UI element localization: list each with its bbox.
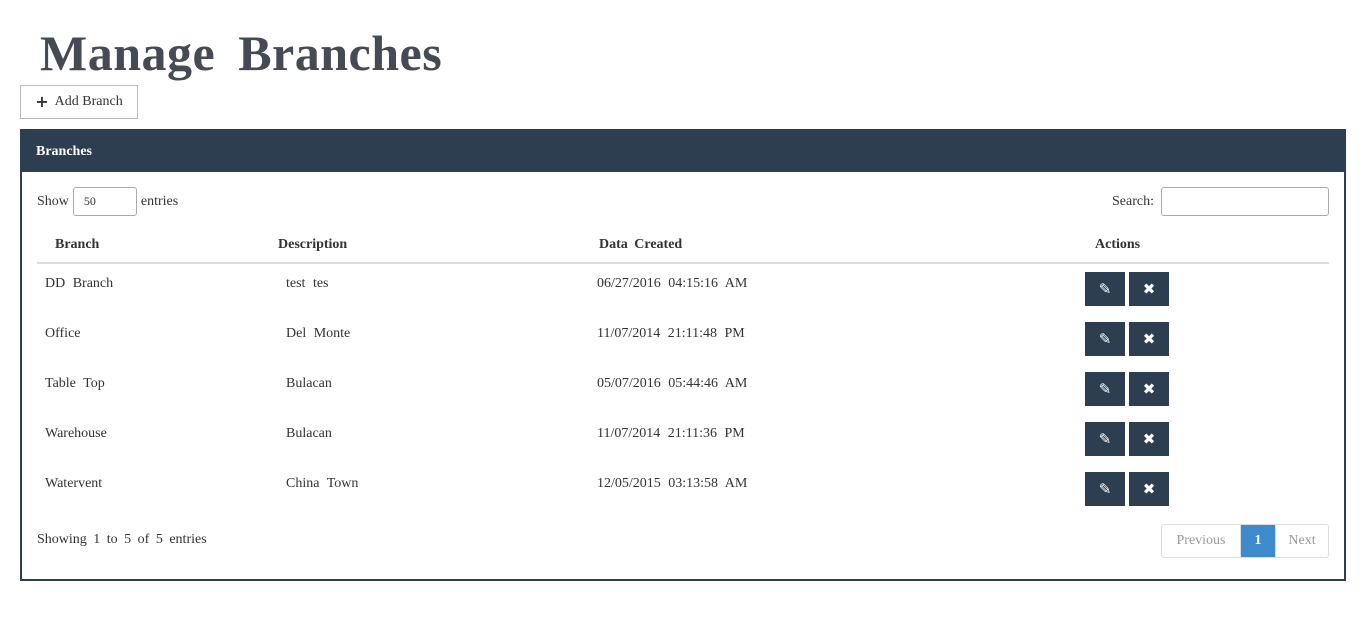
show-label: Show (37, 193, 69, 209)
date-created-cell: 12/05/2015 03:13:58 AM (589, 464, 1057, 514)
branch-text: Office (45, 326, 81, 341)
delete-button[interactable]: ✖ (1129, 272, 1169, 306)
times-icon: ✖ (1142, 280, 1156, 298)
actions-cell: ✎ ✖ (1057, 314, 1329, 364)
description-text: Bulacan (286, 426, 332, 441)
description-cell: Bulacan (278, 414, 589, 464)
delete-button[interactable]: ✖ (1129, 322, 1169, 356)
branches-table: Branch Description Data Created Actions … (37, 228, 1329, 514)
branch-text: Warehouse (45, 426, 107, 441)
date-created-cell: 06/27/2016 04:15:16 AM (589, 263, 1057, 314)
description-cell: Del Monte (278, 314, 589, 364)
table-info: Showing 1 to 5 of 5 entries (37, 532, 207, 547)
actions-cell: ✎ ✖ (1057, 414, 1329, 464)
date-created-cell: 05/07/2016 05:44:46 AM (589, 364, 1057, 414)
branch-cell: Watervent (37, 464, 278, 514)
column-header-branch[interactable]: Branch (37, 228, 278, 264)
description-cell: China Town (278, 464, 589, 514)
pencil-icon: ✎ (1098, 430, 1112, 448)
panel-title: Branches (36, 143, 92, 159)
date-created-cell: 11/07/2014 21:11:36 PM (589, 414, 1057, 464)
branch-cell: DD Branch (37, 263, 278, 314)
search-label: Search: (1112, 193, 1154, 209)
date-created-cell: 11/07/2014 21:11:48 PM (589, 314, 1057, 364)
branch-cell: Office (37, 314, 278, 364)
branch-text: Watervent (45, 476, 103, 491)
date-created-text: 11/07/2014 21:11:48 PM (597, 326, 745, 341)
branch-text: Table Top (45, 376, 105, 391)
edit-button[interactable]: ✎ (1085, 372, 1125, 406)
branch-cell: Warehouse (37, 414, 278, 464)
table-body: DD Branch test tes 06/27/2016 04:15:16 AM ✎… (37, 263, 1329, 514)
description-text: Del Monte (286, 326, 351, 341)
date-created-text: 12/05/2015 03:13:58 AM (597, 476, 748, 491)
pagination-next-button[interactable]: Next (1275, 525, 1328, 557)
pagination: Previous 1 Next (1161, 524, 1329, 558)
column-header-date-created[interactable]: Data Created (589, 228, 1057, 264)
date-created-text: 05/07/2016 05:44:46 AM (597, 376, 748, 391)
times-icon: ✖ (1142, 380, 1156, 398)
table-row: Watervent China Town 12/05/2015 03:13:58 A… (37, 464, 1329, 514)
times-icon: ✖ (1142, 330, 1156, 348)
pencil-icon: ✎ (1098, 380, 1112, 398)
description-text: Bulacan (286, 376, 332, 391)
table-header-row: Branch Description Data Created Actions (37, 228, 1329, 264)
entries-label: entries (140, 193, 179, 209)
actions-cell: ✎ ✖ (1057, 263, 1329, 314)
edit-button[interactable]: ✎ (1085, 472, 1125, 506)
column-header-actions: Actions (1057, 228, 1329, 264)
search-input[interactable] (1161, 187, 1329, 216)
description-text: China Town (286, 476, 359, 491)
delete-button[interactable]: ✖ (1129, 372, 1169, 406)
edit-button[interactable]: ✎ (1085, 422, 1125, 456)
pagination-page-1-button[interactable]: 1 (1241, 525, 1275, 557)
description-text: test tes (286, 276, 329, 291)
column-header-description[interactable]: Description (278, 228, 589, 264)
plus-icon: + (35, 92, 49, 111)
entries-length-select[interactable] (72, 187, 137, 216)
delete-button[interactable]: ✖ (1129, 422, 1169, 456)
table-row: Office Del Monte 11/07/2014 21:11:48 PM ✎ ✖ (37, 314, 1329, 364)
page-title: Manage Branches (40, 25, 443, 81)
description-cell: Bulacan (278, 364, 589, 414)
edit-button[interactable]: ✎ (1085, 322, 1125, 356)
add-branch-label: Add Branch (54, 94, 123, 109)
description-cell: test tes (278, 263, 589, 314)
panel-header: Branches (22, 131, 1344, 172)
pencil-icon: ✎ (1098, 480, 1112, 498)
add-branch-button[interactable]: + Add Branch (20, 85, 138, 119)
pencil-icon: ✎ (1098, 280, 1112, 298)
date-created-text: 11/07/2014 21:11:36 PM (597, 426, 745, 441)
table-row: Table Top Bulacan 05/07/2016 05:44:46 AM ✎ ✖ (37, 364, 1329, 414)
times-icon: ✖ (1142, 480, 1156, 498)
table-row: DD Branch test tes 06/27/2016 04:15:16 AM ✎… (37, 263, 1329, 314)
pagination-previous-button[interactable]: Previous (1162, 525, 1241, 557)
search-control: Search: (1112, 187, 1329, 216)
pencil-icon: ✎ (1098, 330, 1112, 348)
show-entries-control: Show entries (37, 187, 178, 216)
branch-text: DD Branch (45, 276, 114, 291)
branches-panel: Branches Show entries Search: Branch Des… (20, 129, 1346, 581)
delete-button[interactable]: ✖ (1129, 472, 1169, 506)
actions-cell: ✎ ✖ (1057, 364, 1329, 414)
table-row: Warehouse Bulacan 11/07/2014 21:11:36 PM ✎ ✖ (37, 414, 1329, 464)
branch-cell: Table Top (37, 364, 278, 414)
actions-cell: ✎ ✖ (1057, 464, 1329, 514)
times-icon: ✖ (1142, 430, 1156, 448)
date-created-text: 06/27/2016 04:15:16 AM (597, 276, 748, 291)
edit-button[interactable]: ✎ (1085, 272, 1125, 306)
